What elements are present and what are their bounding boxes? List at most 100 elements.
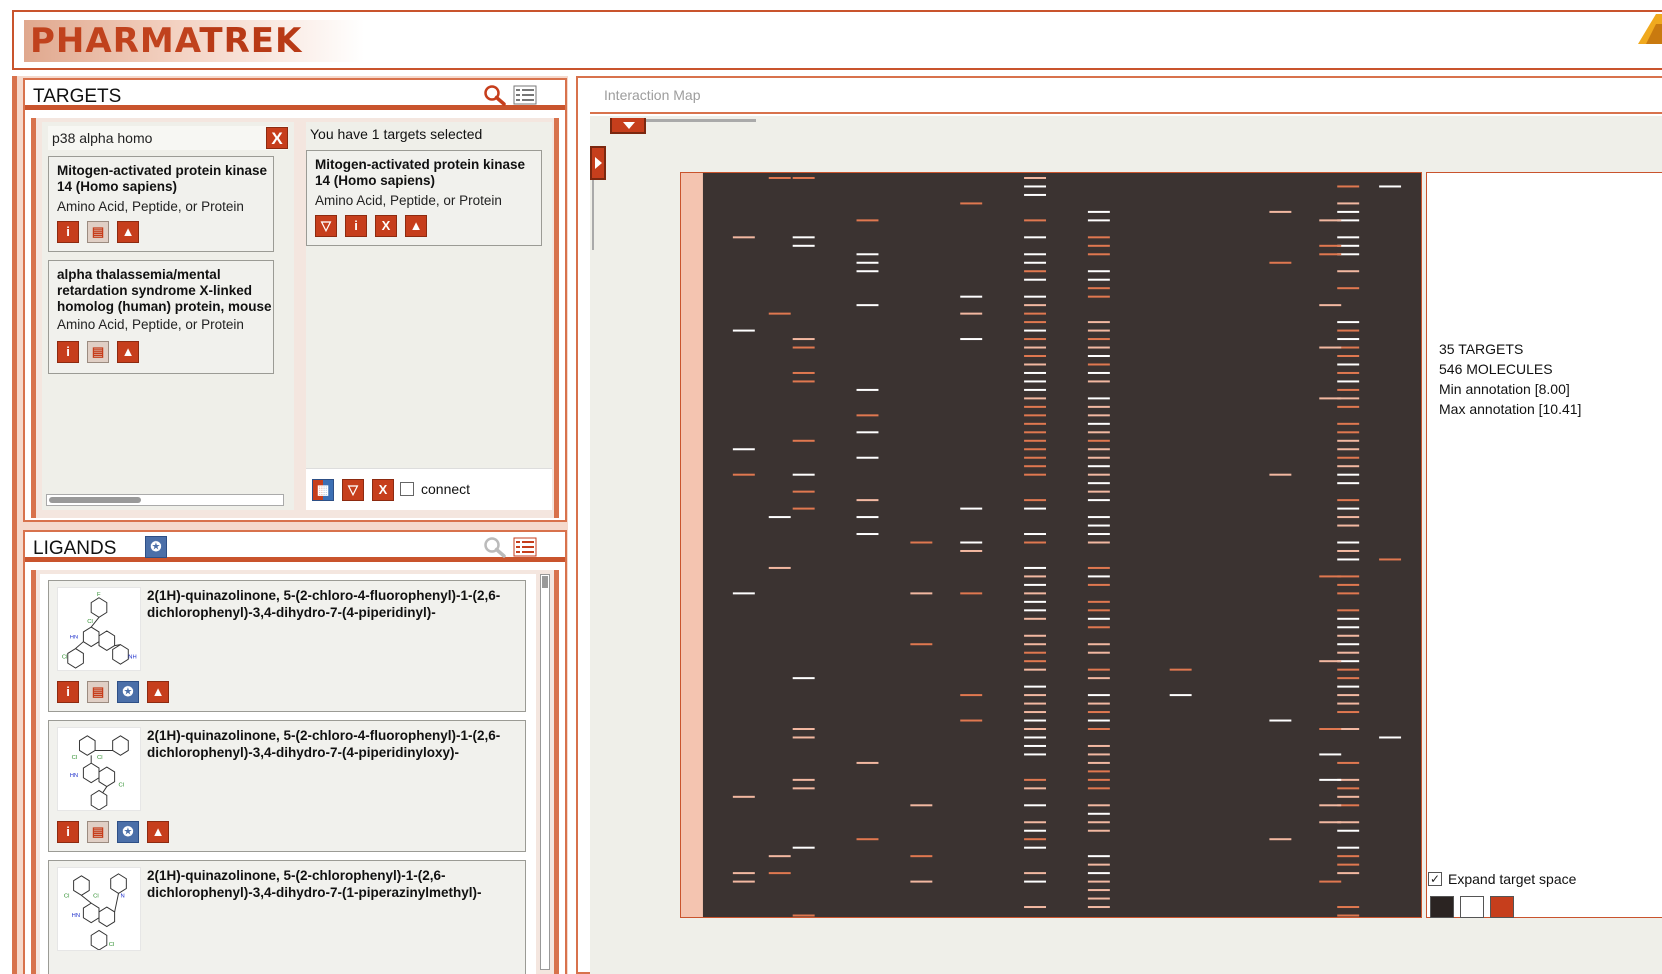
heatmap-cell[interactable] (792, 236, 815, 239)
heatmap-cell[interactable] (1337, 685, 1360, 688)
heatmap-cell[interactable] (1337, 321, 1360, 324)
heatmap-cell[interactable] (1337, 405, 1360, 408)
heatmap-cell[interactable] (1319, 244, 1342, 247)
heatmap-cell[interactable] (960, 202, 983, 205)
heatmap-cell[interactable] (1087, 753, 1110, 756)
ligand-card[interactable]: Cl Cl N HN Cl 2(1H)-quinazolinone, 5-(2-… (48, 860, 526, 974)
heatmap-cell[interactable] (1087, 617, 1110, 620)
heatmap-cell[interactable] (1337, 448, 1360, 451)
heatmap-cell[interactable] (1087, 465, 1110, 468)
target-search-input[interactable] (50, 127, 254, 149)
heatmap-cell[interactable] (792, 338, 815, 341)
heatmap-cell[interactable] (960, 541, 983, 544)
target-result-card[interactable]: alpha thalassemia/mental retardation syn… (48, 260, 274, 374)
heatmap-cell[interactable] (1337, 694, 1360, 697)
heatmap-cell[interactable] (768, 312, 791, 315)
heatmap-cell[interactable] (792, 473, 815, 476)
heatmap-cell[interactable] (1024, 363, 1047, 366)
heatmap-cell[interactable] (1087, 855, 1110, 858)
heatmap-cell[interactable] (1087, 906, 1110, 909)
heatmap-cell[interactable] (732, 880, 755, 883)
heatmap-cell[interactable] (1024, 694, 1047, 697)
heatmap-cell[interactable] (1087, 270, 1110, 273)
heatmap-cell[interactable] (792, 244, 815, 247)
filter-icon[interactable]: ▽ (342, 479, 364, 501)
heatmap-cell[interactable] (768, 872, 791, 875)
heatmap-cell[interactable] (1319, 804, 1342, 807)
heatmap-cell[interactable] (1024, 634, 1047, 637)
heatmap-cell[interactable] (1337, 643, 1360, 646)
heatmap-cell[interactable] (856, 499, 879, 502)
heatmap-cell[interactable] (1319, 575, 1342, 578)
heatmap-cell[interactable] (1024, 346, 1047, 349)
heatmap-cell[interactable] (1087, 236, 1110, 239)
heatmap-cell[interactable] (1319, 753, 1342, 756)
heatmap-cell[interactable] (1337, 651, 1360, 654)
heatmap-cell[interactable] (1169, 694, 1192, 697)
heatmap-cell[interactable] (960, 507, 983, 510)
heatmap-cell[interactable] (856, 414, 879, 417)
heatmap-cell[interactable] (1024, 533, 1047, 536)
heatmap-cell[interactable] (1024, 456, 1047, 459)
heatmap-cell[interactable] (1337, 677, 1360, 680)
heatmap-cell[interactable] (1337, 431, 1360, 434)
heatmap-cell[interactable] (1024, 236, 1047, 239)
heatmap-cell[interactable] (1087, 880, 1110, 883)
heatmap-cell[interactable] (1337, 855, 1360, 858)
heatmap-cell[interactable] (1024, 643, 1047, 646)
heatmap-cell[interactable] (1379, 736, 1402, 739)
heatmap-cell[interactable] (1269, 719, 1292, 722)
heatmap-cell[interactable] (792, 380, 815, 383)
heatmap-cell[interactable] (1024, 906, 1047, 909)
heatmap-cell[interactable] (1269, 473, 1292, 476)
heatmap-cell[interactable] (1337, 482, 1360, 485)
heatmap-cell[interactable] (1024, 422, 1047, 425)
heatmap-cell[interactable] (1024, 846, 1047, 849)
heatmap-cell[interactable] (1087, 321, 1110, 324)
structure-icon[interactable]: ✪ (117, 821, 139, 843)
heatmap-cell[interactable] (1024, 744, 1047, 747)
heatmap-cell[interactable] (1337, 914, 1360, 917)
heatmap-cell[interactable] (1337, 541, 1360, 544)
heatmap-cell[interactable] (960, 694, 983, 697)
heatmap-cell[interactable] (1024, 414, 1047, 417)
heatmap-cell[interactable] (1319, 880, 1342, 883)
heatmap-cell[interactable] (792, 778, 815, 781)
heatmap-cell[interactable] (1337, 210, 1360, 213)
heatmap-cell[interactable] (1337, 761, 1360, 764)
heatmap-cell[interactable] (1087, 346, 1110, 349)
heatmap-cell[interactable] (1087, 728, 1110, 731)
heatmap-cell[interactable] (1337, 507, 1360, 510)
heatmap-cell[interactable] (960, 549, 983, 552)
clear-search-button[interactable]: X (266, 127, 288, 149)
chevron-down-icon[interactable] (610, 118, 646, 134)
heatmap-cell[interactable] (1337, 558, 1360, 561)
heatmap-cell[interactable] (1319, 397, 1342, 400)
heatmap-cell[interactable] (1087, 287, 1110, 290)
heatmap-cell[interactable] (960, 592, 983, 595)
heatmap-cell[interactable] (856, 516, 879, 519)
heatmap-cell[interactable] (1087, 244, 1110, 247)
heatmap-cell[interactable] (1337, 549, 1360, 552)
heatmap-cell[interactable] (1087, 278, 1110, 281)
heatmap-cell[interactable] (792, 346, 815, 349)
ligand-card[interactable]: Cl Cl HN Cl 2(1H)-quinazolinone, 5-(2-ch… (48, 720, 526, 852)
heatmap-cell[interactable] (1024, 439, 1047, 442)
heatmap-cell[interactable] (1319, 728, 1342, 731)
heatmap-cell[interactable] (856, 261, 879, 264)
heatmap-cell[interactable] (1087, 609, 1110, 612)
heatmap-cell[interactable] (792, 914, 815, 917)
heatmap-cell[interactable] (1024, 566, 1047, 569)
info-icon[interactable]: i (57, 821, 79, 843)
heatmap-cell[interactable] (1379, 558, 1402, 561)
heatmap-cell[interactable] (1087, 295, 1110, 298)
heatmap-cell[interactable] (1087, 626, 1110, 629)
expand-target-space-checkbox[interactable]: ✓ (1428, 872, 1442, 886)
heatmap-cell[interactable] (792, 439, 815, 442)
heatmap-cell[interactable] (910, 592, 933, 595)
heatmap-cell[interactable] (1319, 304, 1342, 307)
heatmap-cell[interactable] (960, 312, 983, 315)
heatmap-cell[interactable] (856, 270, 879, 273)
chevron-right-icon[interactable] (590, 146, 606, 180)
heatmap-cell[interactable] (1337, 863, 1360, 866)
